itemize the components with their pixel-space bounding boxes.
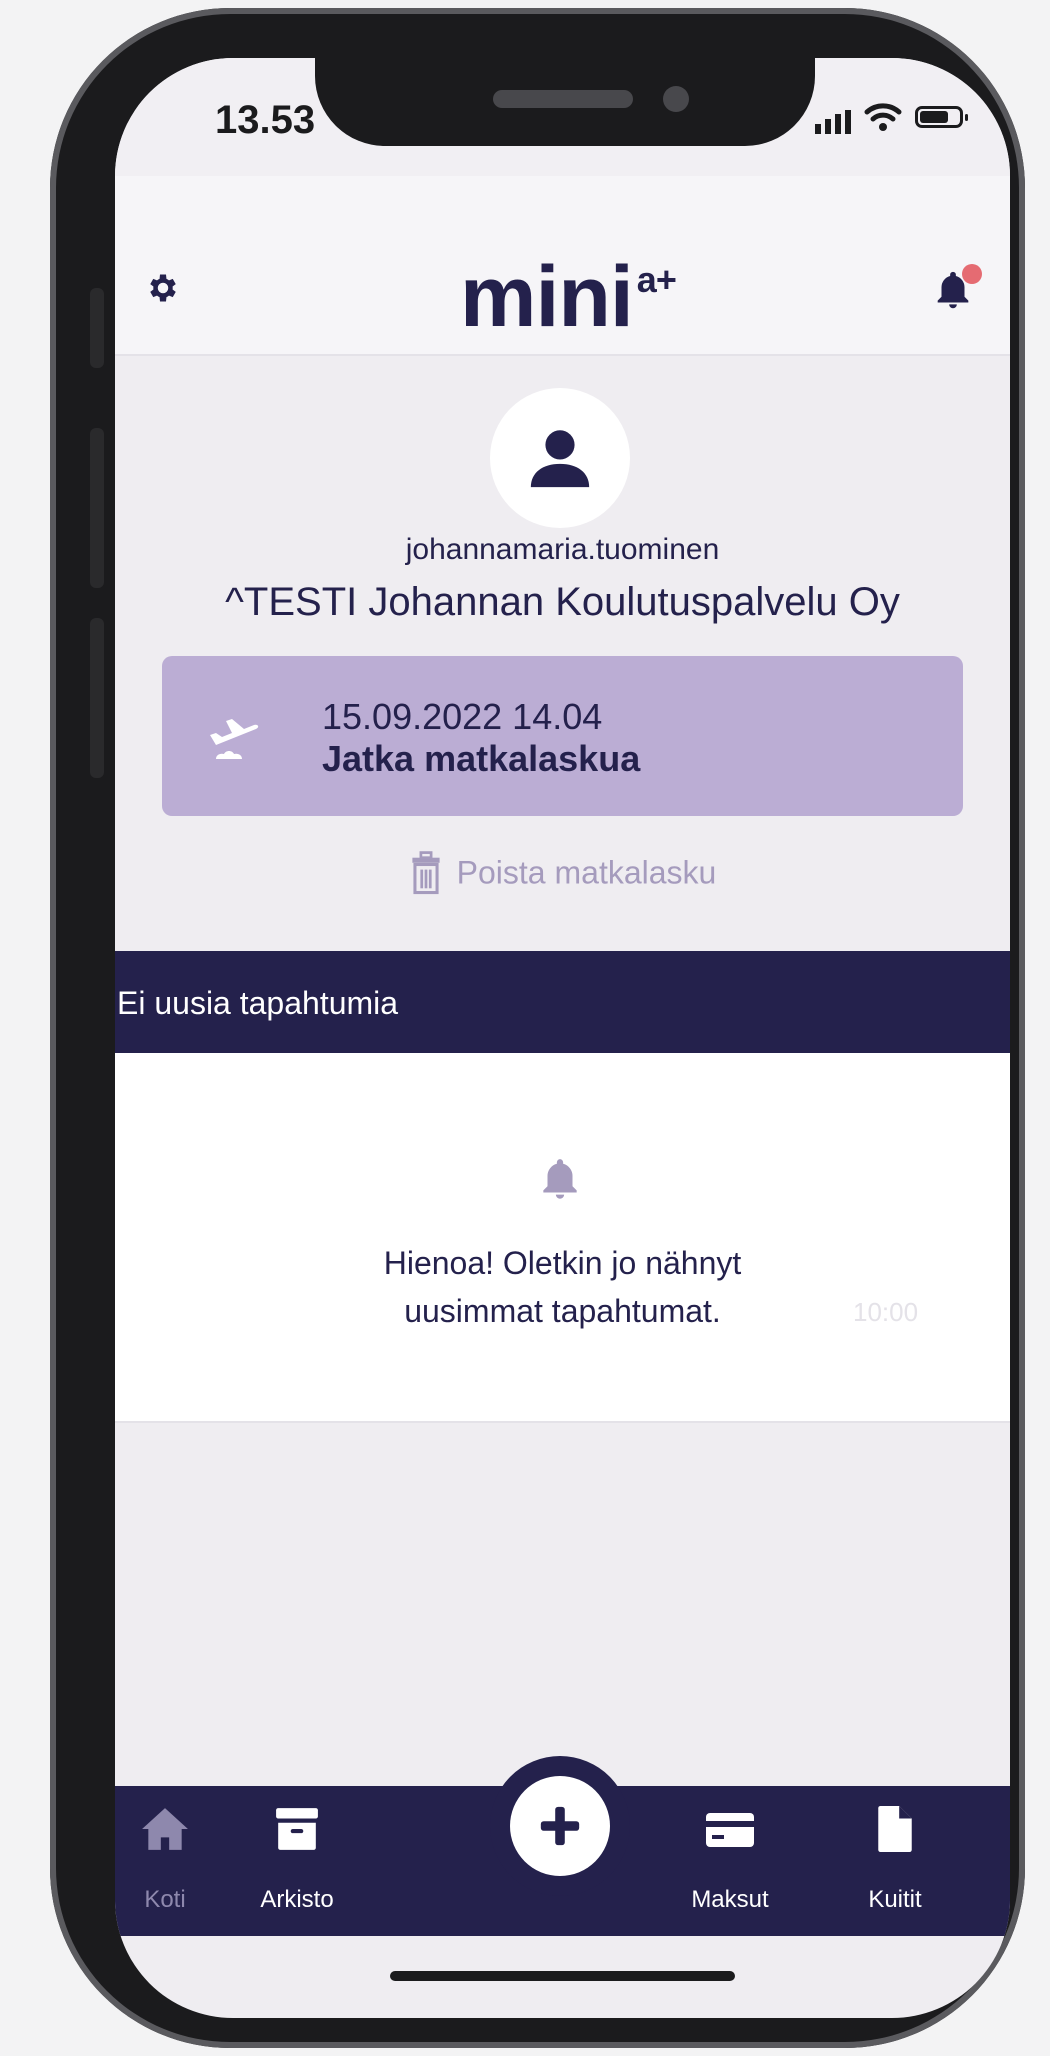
document-icon xyxy=(878,1806,912,1852)
home-indicator xyxy=(390,1971,735,1981)
home-icon xyxy=(142,1808,188,1850)
company-name: ^TESTI Johannan Koulutuspalvelu Oy xyxy=(225,580,900,624)
continue-travel-invoice-label: Jatka matkalaskua xyxy=(322,738,641,779)
speaker-grille xyxy=(493,90,633,108)
delete-travel-invoice-button[interactable]: Poista matkalasku xyxy=(115,850,1010,896)
avatar[interactable] xyxy=(490,388,630,528)
battery-icon xyxy=(915,106,968,128)
status-time: 13.53 xyxy=(215,98,316,142)
nav-label-kuitit: Kuitit xyxy=(868,1886,922,1913)
airplane-icon xyxy=(210,719,259,759)
app-logo: mini a+ xyxy=(460,249,677,345)
delete-label: Poista matkalasku xyxy=(456,854,717,891)
nav-label-koti: Koti xyxy=(144,1886,186,1913)
status-bar: 13.53 xyxy=(115,58,1010,176)
mute-switch xyxy=(90,288,104,368)
volume-up-button xyxy=(90,428,104,588)
app-screen: 13.53 mini a+ johannamaria.tuominen ^TES… xyxy=(115,58,1010,2018)
nav-item-maksut[interactable]: Maksut xyxy=(660,1806,800,1913)
gear-icon[interactable] xyxy=(145,270,181,306)
add-button[interactable] xyxy=(510,1776,610,1876)
events-empty-state: Hienoa! Oletkin jo nähnyt uusimmat tapah… xyxy=(115,1053,1010,1423)
travel-invoice-date: 15.09.2022 14.04 xyxy=(322,696,603,737)
trash-icon xyxy=(412,851,440,895)
card-icon xyxy=(706,1813,754,1847)
archive-icon xyxy=(276,1808,318,1850)
nav-item-koti[interactable]: Koti xyxy=(115,1806,235,1913)
plus-icon xyxy=(540,1806,580,1846)
front-camera xyxy=(663,86,689,112)
app-header: mini a+ xyxy=(115,176,1010,356)
ghost-time-label: 10:00 xyxy=(853,1297,919,1327)
user-icon xyxy=(530,430,590,488)
bell-icon xyxy=(543,1159,577,1199)
nav-item-arkisto[interactable]: Arkisto xyxy=(227,1806,367,1913)
events-header: Ei uusia tapahtumia xyxy=(115,951,1010,1053)
nav-label-arkisto: Arkisto xyxy=(260,1886,334,1913)
notch xyxy=(315,58,815,146)
volume-down-button xyxy=(90,618,104,778)
signal-icon xyxy=(815,110,851,134)
wifi-icon xyxy=(864,103,902,131)
nav-label-maksut: Maksut xyxy=(691,1886,769,1913)
events-title: Ei uusia tapahtumia xyxy=(117,985,399,1021)
continue-travel-invoice-card[interactable]: 15.09.2022 14.04 Jatka matkalaskua xyxy=(162,656,963,816)
notification-badge xyxy=(962,264,982,284)
username: johannamaria.tuominen xyxy=(405,533,720,566)
nav-item-kuitit[interactable]: Kuitit xyxy=(825,1806,965,1913)
